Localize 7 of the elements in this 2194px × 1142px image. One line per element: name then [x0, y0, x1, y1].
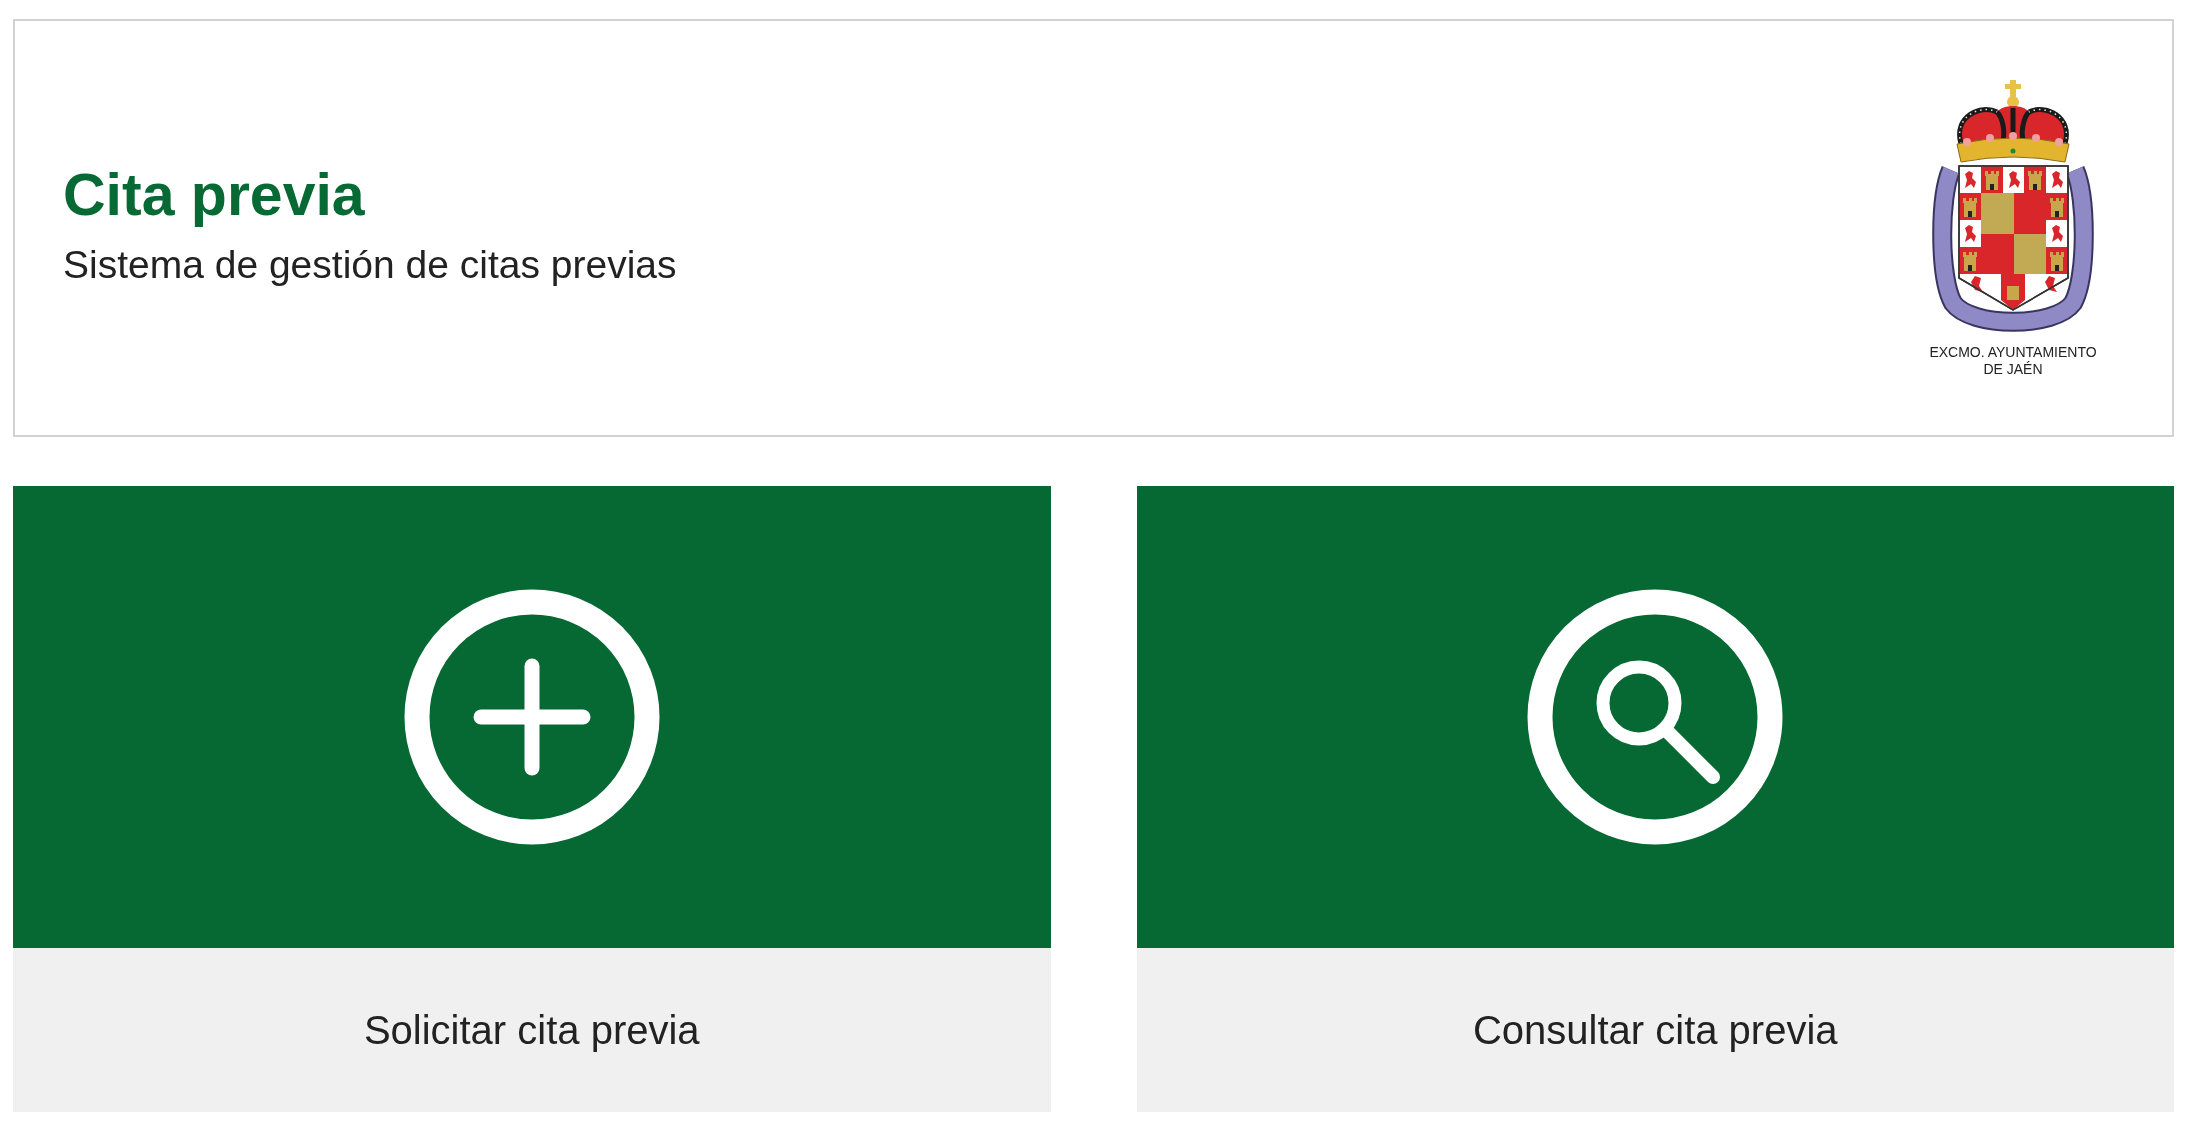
- plus-circle-icon: [403, 589, 660, 845]
- action-card[interactable]: Solicitar cita previa: [13, 486, 1051, 1112]
- page-subtitle: Sistema de gestión de citas previas: [63, 241, 677, 288]
- search-icon: [1527, 589, 1784, 845]
- logo-caption: EXCMO. AYUNTAMIENTO DE JAÉN: [1928, 344, 2098, 378]
- action-card[interactable]: Consultar cita previa: [1136, 486, 2174, 1112]
- page-title: Cita previa: [63, 161, 365, 230]
